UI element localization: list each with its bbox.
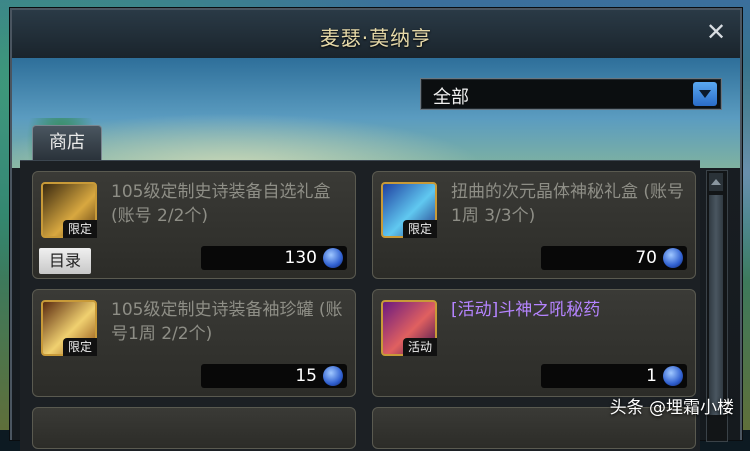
- potion-icon: 活动: [381, 300, 437, 356]
- price-bar: 15: [201, 364, 347, 388]
- title-bar: 麦瑟·莫纳亨 ✕: [12, 10, 740, 59]
- limited-badge: 限定: [403, 220, 437, 238]
- catalog-button[interactable]: 目录: [39, 248, 91, 274]
- dropdown-selected-value: 全部: [433, 87, 469, 108]
- shop-item-card[interactable]: 限定 105级定制史诗装备自选礼盒 (账号 2/2个) 目录 130: [32, 171, 356, 279]
- price-bar: 70: [541, 246, 687, 270]
- treasure-chest-icon: 限定: [41, 182, 97, 238]
- tab-shop[interactable]: 商店: [32, 125, 102, 160]
- currency-coin-icon: [323, 248, 343, 268]
- currency-coin-icon: [323, 366, 343, 386]
- limited-badge: 限定: [63, 220, 97, 238]
- scrollbar-thumb[interactable]: [709, 195, 723, 415]
- shop-window: 麦瑟·莫纳亨 ✕ 全部 商店 限定 105级定制史诗装备自选礼盒 (账号 2/2…: [10, 8, 742, 451]
- scroll-up-icon[interactable]: [709, 173, 723, 191]
- price-bar: 130: [201, 246, 347, 270]
- currency-coin-icon: [663, 248, 683, 268]
- item-name: 105级定制史诗装备袖珍罐 (账号1周 2/2个): [111, 300, 343, 344]
- chevron-down-icon[interactable]: [693, 82, 717, 106]
- shop-item-card[interactable]: 限定 105级定制史诗装备袖珍罐 (账号1周 2/2个) 15: [32, 289, 356, 397]
- limited-badge: 限定: [63, 338, 97, 356]
- item-name: 扭曲的次元晶体神秘礼盒 (账号1周 3/3个): [451, 182, 685, 226]
- category-filter-dropdown[interactable]: 全部: [420, 78, 722, 110]
- shop-item-card[interactable]: [32, 407, 356, 449]
- gift-jar-icon: 限定: [41, 300, 97, 356]
- item-list: 限定 105级定制史诗装备自选礼盒 (账号 2/2个) 目录 130 限定 扭曲…: [20, 160, 700, 451]
- window-title: 麦瑟·莫纳亨: [319, 26, 433, 50]
- dimension-crystal-box-icon: 限定: [381, 182, 437, 238]
- shop-item-card[interactable]: 活动 [活动]斗神之吼秘药 1: [372, 289, 696, 397]
- item-price: 70: [635, 248, 657, 268]
- shop-item-card[interactable]: 限定 扭曲的次元晶体神秘礼盒 (账号1周 3/3个) 70: [372, 171, 696, 279]
- item-price: 15: [295, 366, 317, 386]
- item-price: 130: [284, 248, 317, 268]
- event-badge: 活动: [403, 338, 437, 356]
- close-icon[interactable]: ✕: [704, 20, 728, 44]
- item-name: 105级定制史诗装备自选礼盒 (账号 2/2个): [111, 182, 331, 226]
- currency-coin-icon: [663, 366, 683, 386]
- watermark: 头条 @埋霜小楼: [609, 398, 734, 418]
- item-price: 1: [646, 366, 657, 386]
- price-bar: 1: [541, 364, 687, 388]
- item-name: [活动]斗神之吼秘药: [451, 300, 601, 320]
- scene-banner: [12, 58, 740, 198]
